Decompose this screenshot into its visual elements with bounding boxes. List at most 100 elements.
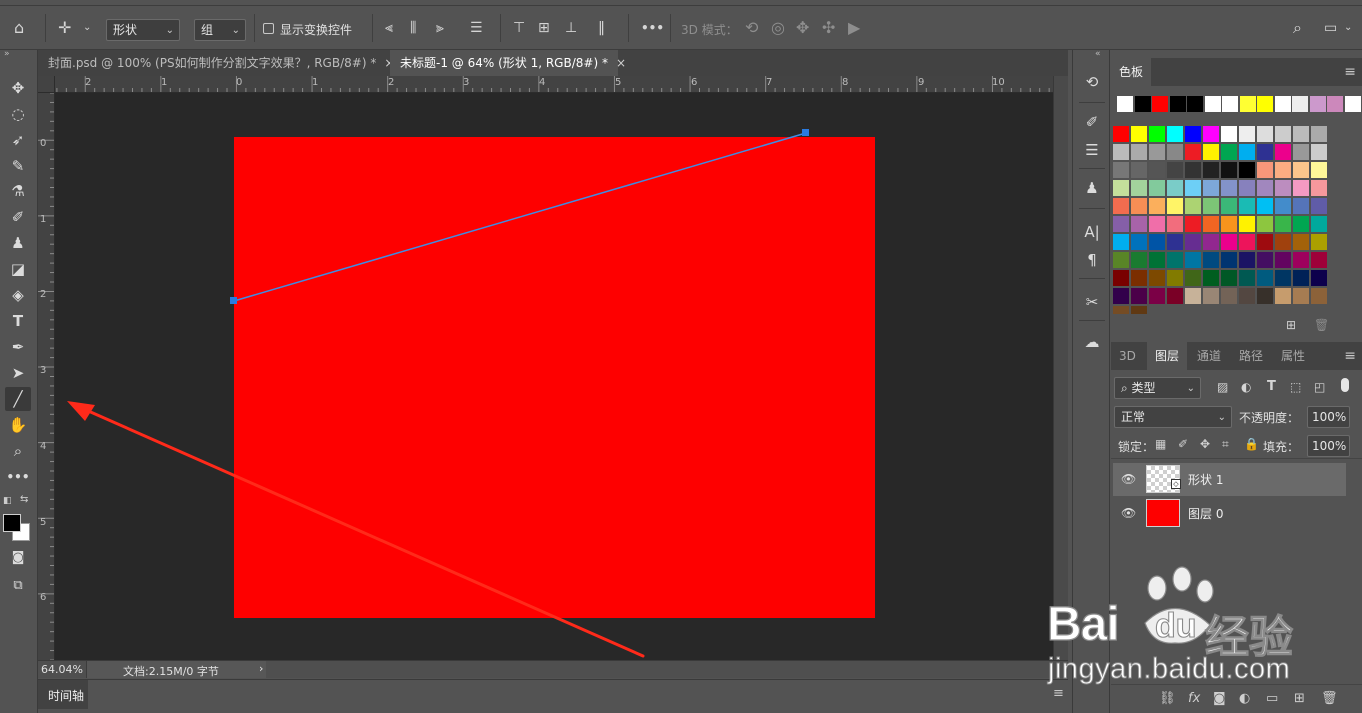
new-group-icon[interactable]: ▭ xyxy=(1266,691,1278,706)
lock-pixels-icon[interactable]: ✐ xyxy=(1178,437,1188,451)
swatch[interactable] xyxy=(1149,198,1165,214)
swatch[interactable] xyxy=(1149,216,1165,232)
swatch[interactable] xyxy=(1257,198,1273,214)
tool-presets-icon[interactable]: ✂ xyxy=(1079,290,1105,314)
eye-icon[interactable]: 👁 xyxy=(1121,472,1136,486)
swatch[interactable] xyxy=(1293,162,1309,178)
tab-untitled-1[interactable]: 未标题-1 @ 64% (形状 1, RGB/8#) * × xyxy=(390,50,626,76)
swatch[interactable] xyxy=(1239,270,1255,286)
swatch[interactable] xyxy=(1221,126,1237,142)
swatch[interactable] xyxy=(1134,96,1151,112)
new-layer-icon[interactable]: ⊞ xyxy=(1294,691,1305,706)
roll-3d-icon[interactable]: ◎ xyxy=(771,18,785,38)
swatch[interactable] xyxy=(1131,126,1147,142)
opacity-field[interactable]: 100% xyxy=(1307,406,1350,428)
filter-pixel-icon[interactable]: ▨ xyxy=(1217,380,1228,394)
swatch[interactable] xyxy=(1257,126,1273,142)
swatch[interactable] xyxy=(1311,270,1327,286)
tab-3d[interactable]: 3D xyxy=(1111,342,1144,370)
stamp-tool-icon[interactable]: ♟ xyxy=(5,231,31,255)
tab-channels[interactable]: 通道 xyxy=(1189,342,1229,370)
swatch[interactable] xyxy=(1239,180,1255,196)
eyedropper-tool-icon[interactable]: ⚗ xyxy=(5,179,31,203)
swatch[interactable] xyxy=(1113,144,1129,160)
zoom-level[interactable]: 64.04% xyxy=(41,663,83,676)
swatch[interactable] xyxy=(1293,270,1309,286)
layer-row-layer-0[interactable]: 👁 图层 0 xyxy=(1113,497,1346,530)
swatch[interactable] xyxy=(1221,288,1237,304)
quick-select-tool-icon[interactable]: ✎ xyxy=(5,154,31,178)
swatch[interactable] xyxy=(1167,234,1183,250)
more-options-icon[interactable]: ••• xyxy=(641,18,664,38)
swatch[interactable] xyxy=(1131,270,1147,286)
swatch[interactable] xyxy=(1239,162,1255,178)
filter-smart-icon[interactable]: ◰ xyxy=(1314,380,1325,394)
lasso-tool-icon[interactable]: ➶ xyxy=(5,128,31,152)
chevron-down-icon[interactable]: ⌄ xyxy=(83,18,91,38)
swatch[interactable] xyxy=(1203,144,1219,160)
swatch[interactable] xyxy=(1113,234,1129,250)
swatch[interactable] xyxy=(1131,288,1147,304)
swatch[interactable] xyxy=(1185,198,1201,214)
swatch[interactable] xyxy=(1185,180,1201,196)
swatch[interactable] xyxy=(1221,252,1237,268)
layer-row-shape-1[interactable]: 👁 ◇ 形状 1 xyxy=(1113,463,1346,496)
pan-3d-icon[interactable]: ✥ xyxy=(796,18,809,38)
swatch[interactable] xyxy=(1221,162,1237,178)
swatch[interactable] xyxy=(1257,180,1273,196)
swatch[interactable] xyxy=(1167,144,1183,160)
swatch[interactable] xyxy=(1221,144,1237,160)
adjustments-icon[interactable]: ☰ xyxy=(1079,138,1105,162)
swatch[interactable] xyxy=(1152,96,1168,112)
swatch[interactable] xyxy=(1257,234,1273,250)
filter-type-icon[interactable]: T xyxy=(1267,379,1276,394)
swatch[interactable] xyxy=(1113,288,1129,304)
panel-menu-icon[interactable]: ≡ xyxy=(1344,348,1356,364)
swatch[interactable] xyxy=(1275,126,1291,142)
swatch[interactable] xyxy=(1293,216,1309,232)
swatch[interactable] xyxy=(1257,96,1273,112)
swatch[interactable] xyxy=(1187,96,1203,112)
swatch[interactable] xyxy=(1167,162,1183,178)
swatch[interactable] xyxy=(1113,306,1129,314)
swatch[interactable] xyxy=(1203,180,1219,196)
default-colors-icon[interactable]: ◧ xyxy=(3,496,12,506)
zoom-tool-icon[interactable]: ⌕ xyxy=(5,439,31,463)
paint-bucket-tool-icon[interactable]: ◈ xyxy=(5,283,31,307)
swatch[interactable] xyxy=(1131,162,1147,178)
swatch[interactable] xyxy=(1275,216,1291,232)
swatch[interactable] xyxy=(1311,162,1327,178)
swatch[interactable] xyxy=(1203,162,1219,178)
swatch[interactable] xyxy=(1311,216,1327,232)
link-layers-icon[interactable]: ⛓ xyxy=(1159,691,1176,706)
quick-mask-icon[interactable]: ◙ xyxy=(5,546,31,570)
swatch[interactable] xyxy=(1167,270,1183,286)
foreground-color-swatch[interactable] xyxy=(3,514,21,532)
align-left-icon[interactable]: ⫷ xyxy=(385,18,393,38)
swatch[interactable] xyxy=(1221,216,1237,232)
layer-filter-select[interactable]: ⌕ 类型 ⌄ xyxy=(1114,377,1201,399)
swatch[interactable] xyxy=(1169,96,1186,112)
slide-3d-icon[interactable]: ✣ xyxy=(822,18,835,38)
history-icon[interactable]: ⟲ xyxy=(1079,70,1105,94)
type-tool-icon[interactable]: T xyxy=(5,309,31,333)
swatch[interactable] xyxy=(1257,162,1273,178)
adjustment-layer-icon[interactable]: ◐ xyxy=(1239,691,1250,706)
align-bottom-icon[interactable]: ⊥ xyxy=(565,18,577,38)
filter-adjustment-icon[interactable]: ◐ xyxy=(1241,380,1251,394)
swatch[interactable] xyxy=(1221,198,1237,214)
swatch[interactable] xyxy=(1185,252,1201,268)
swatch[interactable] xyxy=(1311,234,1327,250)
swatch[interactable] xyxy=(1221,180,1237,196)
character-icon[interactable]: A| xyxy=(1079,220,1105,244)
swatch[interactable] xyxy=(1185,288,1201,304)
swatch[interactable] xyxy=(1311,180,1327,196)
swatch[interactable] xyxy=(1293,234,1309,250)
swatch[interactable] xyxy=(1311,144,1327,160)
add-mask-icon[interactable]: ◙ xyxy=(1213,691,1226,706)
swatch[interactable] xyxy=(1167,252,1183,268)
paragraph-icon[interactable]: ¶ xyxy=(1079,248,1105,272)
brush-tool-icon[interactable]: ✐ xyxy=(5,205,31,229)
tab-swatches[interactable]: 色板 xyxy=(1111,58,1152,86)
swatch[interactable] xyxy=(1311,198,1327,214)
